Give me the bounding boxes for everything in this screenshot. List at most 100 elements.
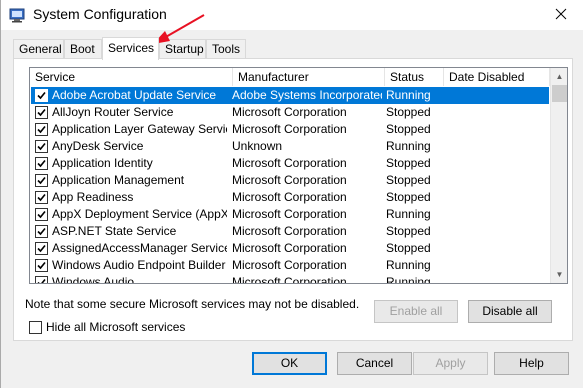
manufacturer-name: Microsoft Corporation: [232, 156, 347, 170]
services-panel: Service Manufacturer Status Date Disable…: [13, 58, 573, 341]
service-name: Application Management: [52, 173, 185, 187]
apply-button[interactable]: Apply: [413, 352, 488, 375]
disable-all-button[interactable]: Disable all: [468, 300, 552, 323]
table-row[interactable]: App Readiness Microsoft Corporation Stoppe…: [31, 189, 549, 206]
manufacturer-name: Microsoft Corporation: [232, 258, 347, 272]
table-row[interactable]: AppX Deployment Service (AppX... Microsof…: [31, 206, 549, 223]
list-header: Service Manufacturer Status Date Disable…: [30, 68, 550, 86]
column-header-date-disabled[interactable]: Date Disabled: [444, 68, 550, 86]
table-row[interactable]: Adobe Acrobat Update Service Adobe System…: [31, 87, 549, 104]
tab-boot[interactable]: Boot: [64, 39, 102, 59]
chevron-down-icon: ▼: [555, 270, 564, 279]
checkmark-icon: [37, 210, 46, 219]
chevron-up-icon: ▲: [555, 72, 564, 81]
checkmark-icon: [37, 244, 46, 253]
table-row[interactable]: Application Layer Gateway Service Microso…: [31, 121, 549, 138]
checkmark-icon: [37, 278, 46, 283]
service-status: Running: [386, 275, 431, 284]
service-status: Running: [386, 139, 431, 153]
manufacturer-name: Microsoft Corporation: [232, 275, 347, 284]
service-checkbox[interactable]: [35, 123, 48, 136]
system-configuration-window: System Configuration General Boot Servic…: [0, 0, 583, 388]
service-checkbox[interactable]: [35, 276, 48, 283]
column-header-manufacturer[interactable]: Manufacturer: [233, 68, 385, 86]
service-status: Running: [386, 258, 431, 272]
service-name: Adobe Acrobat Update Service: [52, 88, 217, 102]
manufacturer-name: Microsoft Corporation: [232, 173, 347, 187]
service-name: ASP.NET State Service: [52, 224, 177, 238]
tab-general[interactable]: General: [13, 39, 64, 59]
manufacturer-name: Adobe Systems Incorporated: [232, 88, 382, 102]
table-row[interactable]: Windows Audio Endpoint Builder Microsoft …: [31, 257, 549, 274]
checkmark-icon: [37, 227, 46, 236]
service-name: Windows Audio Endpoint Builder: [52, 258, 226, 272]
scroll-down-button[interactable]: ▼: [551, 266, 567, 283]
table-row[interactable]: Application Identity Microsoft Corporatio…: [31, 155, 549, 172]
checkmark-icon: [37, 108, 46, 117]
help-button[interactable]: Help: [494, 352, 569, 375]
checkmark-icon: [37, 159, 46, 168]
tab-services[interactable]: Services: [102, 37, 159, 60]
service-checkbox[interactable]: [35, 89, 48, 102]
window-title: System Configuration: [33, 6, 167, 22]
service-checkbox[interactable]: [35, 242, 48, 255]
hide-microsoft-services-label[interactable]: Hide all Microsoft services: [46, 320, 185, 334]
checkmark-icon: [37, 125, 46, 134]
title-bar: System Configuration: [1, 0, 583, 30]
service-checkbox[interactable]: [35, 259, 48, 272]
service-name: Application Identity: [52, 156, 153, 170]
service-checkbox[interactable]: [35, 140, 48, 153]
service-checkbox[interactable]: [35, 174, 48, 187]
enable-all-button[interactable]: Enable all: [374, 300, 458, 323]
service-name: AllJoyn Router Service: [52, 105, 174, 119]
service-name: AnyDesk Service: [52, 139, 144, 153]
services-list[interactable]: Service Manufacturer Status Date Disable…: [29, 67, 568, 284]
service-status: Stopped: [386, 156, 431, 170]
hide-microsoft-services-checkbox[interactable]: [29, 321, 42, 334]
service-name: AppX Deployment Service (AppX...: [52, 207, 227, 221]
service-name: Application Layer Gateway Service: [52, 122, 227, 136]
table-row[interactable]: AnyDesk Service Unknown Running: [31, 138, 549, 155]
tab-tools[interactable]: Tools: [206, 39, 246, 59]
table-row[interactable]: AllJoyn Router Service Microsoft Corporat…: [31, 104, 549, 121]
table-row[interactable]: Windows Audio Microsoft Corporation Runnin…: [31, 274, 549, 284]
service-status: Stopped: [386, 173, 431, 187]
close-button[interactable]: [538, 0, 583, 30]
manufacturer-name: Microsoft Corporation: [232, 207, 347, 221]
column-header-service[interactable]: Service: [30, 68, 233, 86]
table-row[interactable]: AssignedAccessManager Service Microsoft C…: [31, 240, 549, 257]
close-icon: [555, 8, 567, 23]
service-status: Running: [386, 207, 431, 221]
service-checkbox[interactable]: [35, 208, 48, 221]
vertical-scrollbar[interactable]: ▲ ▼: [550, 68, 567, 283]
checkmark-icon: [37, 142, 46, 151]
manufacturer-name: Unknown: [232, 139, 283, 153]
service-name: App Readiness: [52, 190, 134, 204]
table-row[interactable]: Application Management Microsoft Corporat…: [31, 172, 549, 189]
checkmark-icon: [37, 261, 46, 270]
secure-services-note: Note that some secure Microsoft services…: [25, 297, 360, 311]
service-checkbox[interactable]: [35, 106, 48, 119]
tab-startup[interactable]: Startup: [159, 39, 206, 59]
scroll-thumb[interactable]: [552, 85, 567, 102]
ok-button[interactable]: OK: [252, 352, 327, 375]
cancel-button[interactable]: Cancel: [337, 352, 412, 375]
manufacturer-name: Microsoft Corporation: [232, 122, 347, 136]
system-configuration-icon: [9, 7, 25, 23]
scroll-up-button[interactable]: ▲: [551, 68, 567, 85]
manufacturer-name: Microsoft Corporation: [232, 190, 347, 204]
column-header-status[interactable]: Status: [385, 68, 444, 86]
service-status: Stopped: [386, 122, 431, 136]
checkmark-icon: [37, 193, 46, 202]
service-checkbox[interactable]: [35, 157, 48, 170]
service-status: Stopped: [386, 224, 431, 238]
service-status: Running: [386, 88, 431, 102]
service-checkbox[interactable]: [35, 225, 48, 238]
manufacturer-name: Microsoft Corporation: [232, 241, 347, 255]
service-checkbox[interactable]: [35, 191, 48, 204]
manufacturer-name: Microsoft Corporation: [232, 105, 347, 119]
service-status: Stopped: [386, 105, 431, 119]
checkmark-icon: [37, 176, 46, 185]
table-row[interactable]: ASP.NET State Service Microsoft Corporati…: [31, 223, 549, 240]
service-status: Stopped: [386, 190, 431, 204]
